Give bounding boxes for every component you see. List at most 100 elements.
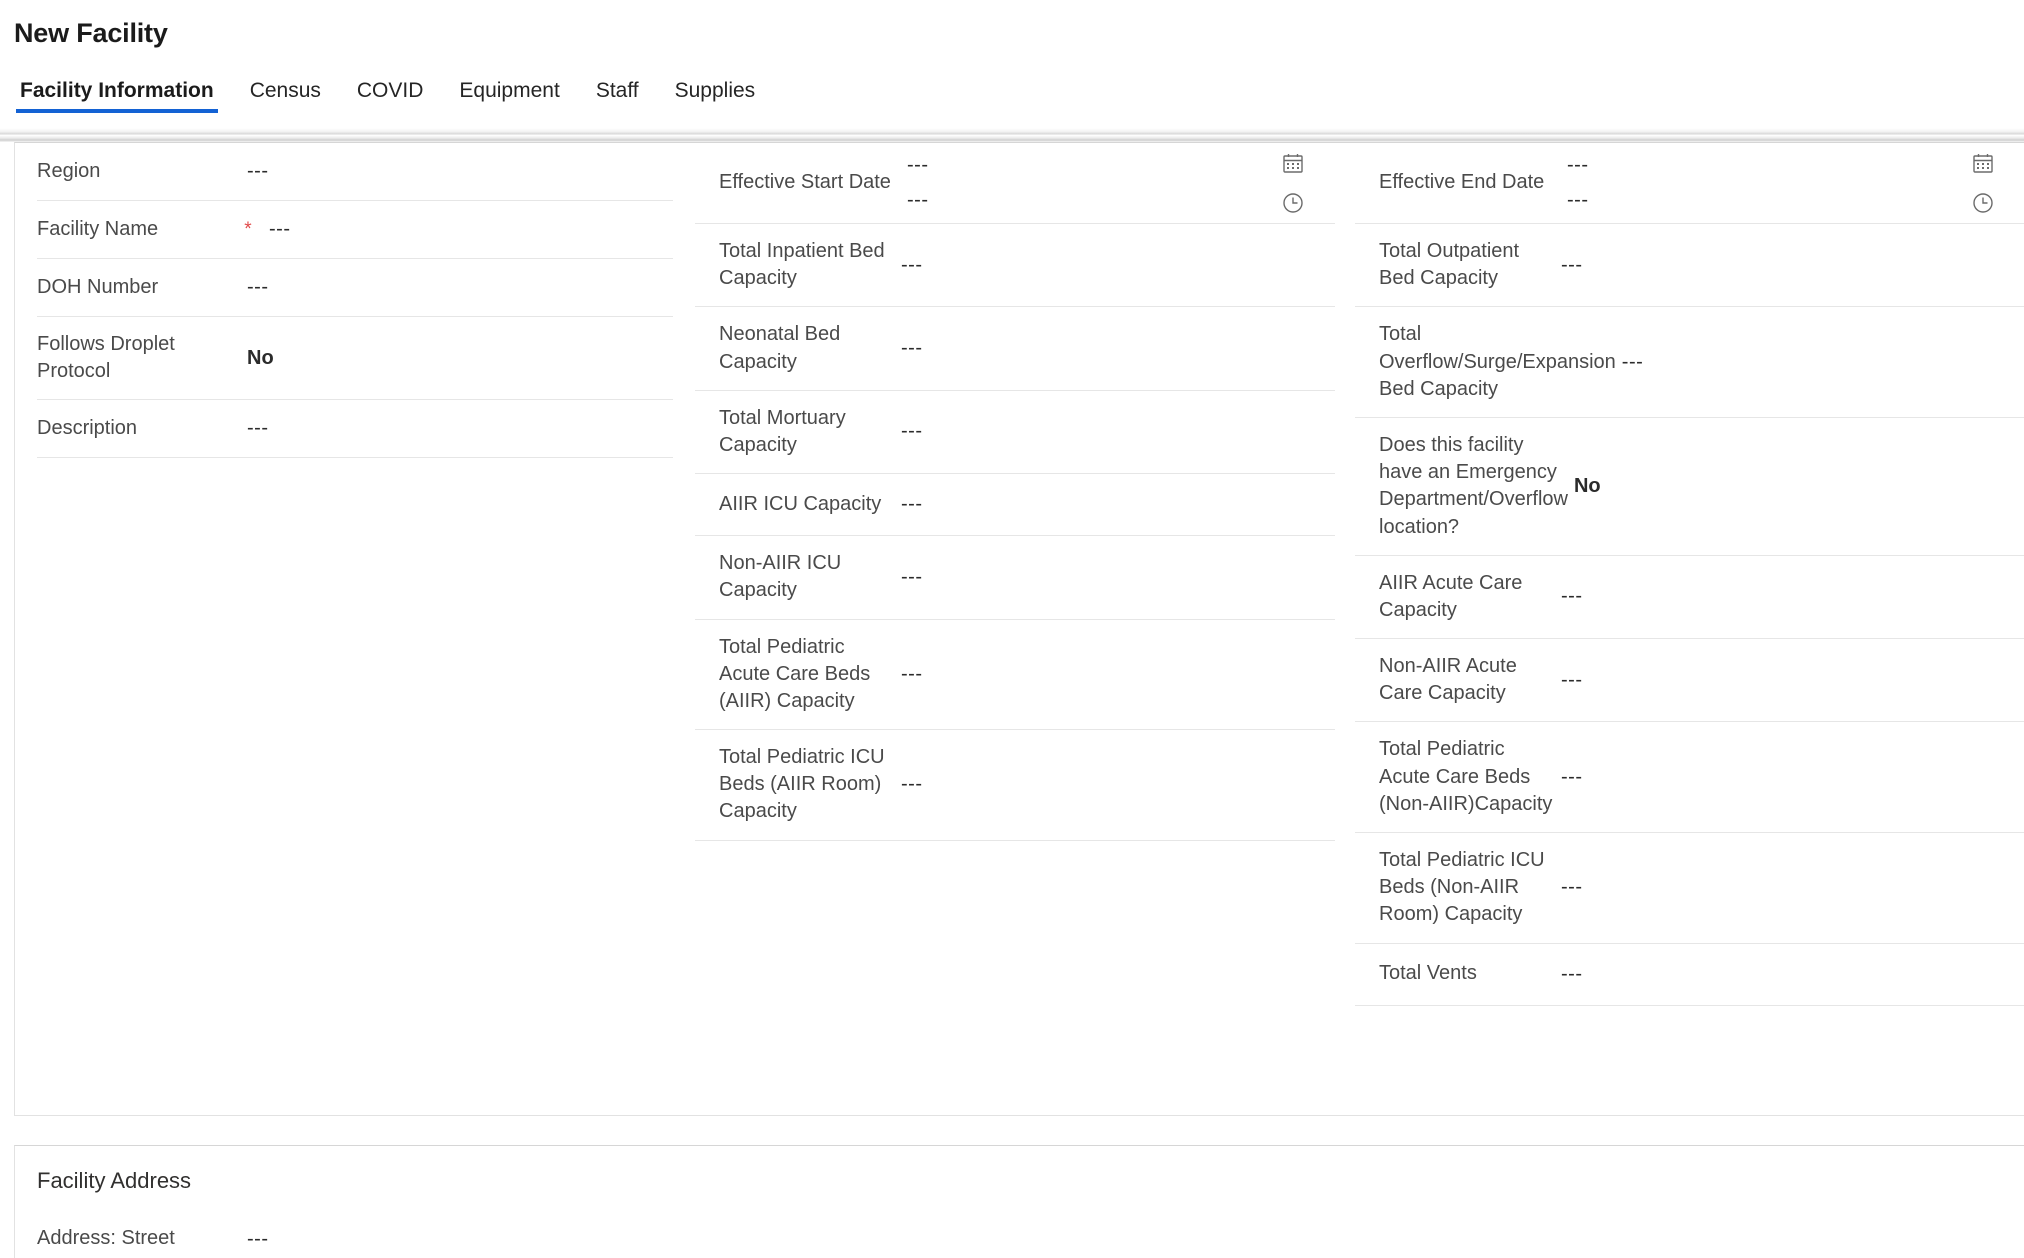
field-value[interactable]: --- <box>1561 876 1582 899</box>
field-row-region[interactable]: Region --- <box>37 143 673 201</box>
tab-label: Facility Information <box>20 79 214 102</box>
field-value[interactable]: --- <box>1622 351 1643 374</box>
field-row-aiir-acute-care-capacity[interactable]: AIIR Acute Care Capacity --- <box>1355 556 2024 640</box>
field-value[interactable]: --- <box>1561 254 1582 277</box>
field-label: Total Pediatric Acute Care Beds (Non-AII… <box>1379 738 1553 815</box>
field-label: Effective Start Date <box>719 171 891 194</box>
tab-facility-information[interactable]: Facility Information <box>16 79 218 113</box>
field-value[interactable]: --- <box>901 663 922 686</box>
form-column-right: Effective End Date --- --- Total Outpati… <box>1355 143 2024 1006</box>
field-row-doh-number[interactable]: DOH Number --- <box>37 259 673 317</box>
field-label: Non-AIIR Acute Care Capacity <box>1379 655 1517 705</box>
time-value[interactable]: --- <box>1567 183 1588 218</box>
tab-supplies[interactable]: Supplies <box>671 79 760 113</box>
field-label: Effective End Date <box>1379 171 1545 194</box>
form-column-middle: Effective Start Date --- --- Total Inpat… <box>695 143 1335 841</box>
field-row-neonatal-bed-capacity[interactable]: Neonatal Bed Capacity --- <box>695 307 1335 391</box>
facility-information-card: Region --- Facility Name * --- DOH Numbe… <box>14 142 2024 1116</box>
field-row-address-street[interactable]: Address: Street --- <box>37 1210 673 1258</box>
field-value[interactable]: --- <box>901 254 922 277</box>
field-label: Follows Droplet Protocol <box>37 333 175 383</box>
address-rows: Address: Street --- <box>37 1210 673 1258</box>
section-title-facility-address: Facility Address <box>37 1168 192 1193</box>
calendar-icon[interactable] <box>1279 149 1307 177</box>
field-row-non-aiir-icu-capacity[interactable]: Non-AIIR ICU Capacity --- <box>695 536 1335 620</box>
field-value[interactable]: --- <box>1561 963 1582 986</box>
field-value[interactable]: --- <box>901 337 922 360</box>
field-label: Neonatal Bed Capacity <box>719 323 841 373</box>
horizontal-scrollbar[interactable] <box>0 128 2024 142</box>
clock-icon[interactable] <box>1969 189 1997 217</box>
field-label: Non-AIIR ICU Capacity <box>719 552 842 602</box>
field-value[interactable]: --- <box>247 417 268 440</box>
tab-covid[interactable]: COVID <box>353 79 428 113</box>
field-value[interactable]: --- <box>901 566 922 589</box>
field-row-total-mortuary-capacity[interactable]: Total Mortuary Capacity --- <box>695 391 1335 475</box>
date-value[interactable]: --- <box>1567 148 1588 183</box>
field-value[interactable]: --- <box>901 420 922 443</box>
field-label: Total Inpatient Bed Capacity <box>719 240 885 290</box>
tab-census[interactable]: Census <box>246 79 325 113</box>
datetime-icons <box>1279 149 1307 217</box>
field-label: Total Pediatric Acute Care Beds (AIIR) C… <box>719 635 871 712</box>
field-value[interactable]: --- <box>1561 766 1582 789</box>
tab-staff[interactable]: Staff <box>592 79 643 113</box>
field-row-aiir-icu-capacity[interactable]: AIIR ICU Capacity --- <box>695 474 1335 537</box>
field-row-description[interactable]: Description --- <box>37 400 673 459</box>
field-label: AIIR Acute Care Capacity <box>1379 571 1523 621</box>
field-label: DOH Number <box>37 275 159 298</box>
field-row-has-emergency-department-overflow-location[interactable]: Does this facility have an Emergency Dep… <box>1355 418 2024 556</box>
tab-label: Staff <box>595 79 639 102</box>
field-value[interactable]: --- <box>247 160 268 183</box>
datetime-icons <box>1969 149 1997 217</box>
tab-label: Census <box>249 79 321 102</box>
tab-strip: Facility Information Census COVID Equipm… <box>14 71 2024 113</box>
field-row-effective-start-date[interactable]: Effective Start Date --- --- <box>695 143 1335 224</box>
field-row-follows-droplet-protocol[interactable]: Follows Droplet Protocol No <box>37 317 673 401</box>
facility-form-page: New Facility Facility Information Census… <box>0 0 2024 1258</box>
field-row-total-pediatric-icu-beds-aiir-room-capacity[interactable]: Total Pediatric ICU Beds (AIIR Room) Cap… <box>695 730 1335 841</box>
field-row-total-pediatric-icu-beds-non-aiir-room-capacity[interactable]: Total Pediatric ICU Beds (Non-AIIR Room)… <box>1355 833 2024 944</box>
field-value[interactable]: --- <box>901 493 922 516</box>
facility-address-card: Facility Address Address: Street --- <box>14 1145 2024 1258</box>
field-label: Facility Name <box>37 217 159 240</box>
field-value[interactable]: --- <box>269 218 290 241</box>
field-value[interactable]: --- <box>247 276 268 299</box>
field-label: Address: Street <box>37 1227 175 1250</box>
required-asterisk-icon: * <box>244 219 252 240</box>
field-value[interactable]: No <box>247 347 274 370</box>
field-value[interactable]: --- <box>1561 669 1582 692</box>
field-label: Total Pediatric ICU Beds (AIIR Room) Cap… <box>719 746 885 823</box>
field-value[interactable]: --- <box>1561 585 1582 608</box>
calendar-icon[interactable] <box>1969 149 1997 177</box>
tab-equipment[interactable]: Equipment <box>455 79 563 113</box>
field-row-total-inpatient-bed-capacity[interactable]: Total Inpatient Bed Capacity --- <box>695 224 1335 308</box>
field-label: Total Overflow/Surge/Expansion Bed Capac… <box>1379 323 1616 400</box>
tab-label: Equipment <box>459 79 560 102</box>
clock-icon[interactable] <box>1279 189 1307 217</box>
field-row-effective-end-date[interactable]: Effective End Date --- --- <box>1355 143 2024 224</box>
field-row-total-outpatient-bed-capacity[interactable]: Total Outpatient Bed Capacity --- <box>1355 224 2024 308</box>
field-row-non-aiir-acute-care-capacity[interactable]: Non-AIIR Acute Care Capacity --- <box>1355 639 2024 723</box>
date-value[interactable]: --- <box>907 148 928 183</box>
field-label: Total Outpatient Bed Capacity <box>1379 240 1520 290</box>
field-label: AIIR ICU Capacity <box>719 493 882 516</box>
datetime-values: --- --- <box>901 143 928 223</box>
field-row-facility-name[interactable]: Facility Name * --- <box>37 201 673 259</box>
field-row-total-pediatric-acute-care-beds-aiir-capacity[interactable]: Total Pediatric Acute Care Beds (AIIR) C… <box>695 620 1335 731</box>
datetime-values: --- --- <box>1561 143 1588 223</box>
page-header: New Facility Facility Information Census… <box>0 0 2024 113</box>
field-value[interactable]: --- <box>247 1228 268 1251</box>
form-column-left: Region --- Facility Name * --- DOH Numbe… <box>37 143 673 459</box>
field-value[interactable]: --- <box>901 773 922 796</box>
field-label: Total Vents <box>1379 962 1477 985</box>
field-row-total-overflow-surge-expansion-bed-capacity[interactable]: Total Overflow/Surge/Expansion Bed Capac… <box>1355 307 2024 418</box>
field-value[interactable]: No <box>1574 475 1601 498</box>
field-label: Does this facility have an Emergency Dep… <box>1379 433 1568 538</box>
field-row-total-pediatric-acute-care-beds-non-aiir-capacity[interactable]: Total Pediatric Acute Care Beds (Non-AII… <box>1355 722 2024 833</box>
page-title: New Facility <box>14 18 168 48</box>
field-label: Total Mortuary Capacity <box>719 406 846 456</box>
time-value[interactable]: --- <box>907 183 928 218</box>
tab-label: COVID <box>356 79 424 102</box>
field-row-total-vents[interactable]: Total Vents --- <box>1355 944 2024 1006</box>
